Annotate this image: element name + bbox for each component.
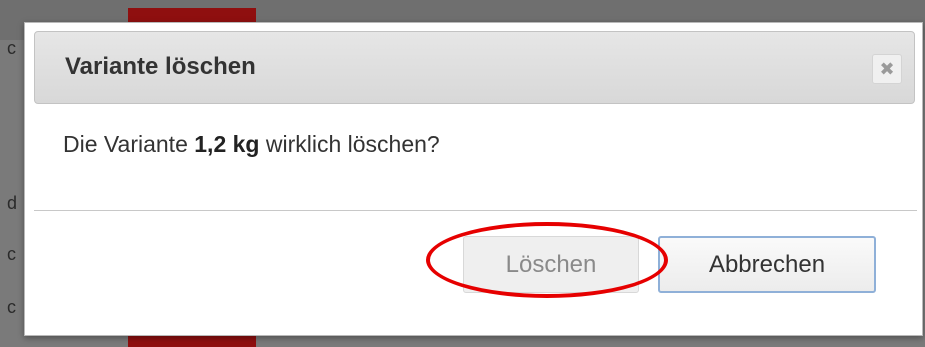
confirm-delete-dialog: Variante löschen ✖ Die Variante 1,2 kg w… bbox=[24, 22, 923, 336]
backdrop-text: d bbox=[7, 193, 18, 213]
backdrop-text: c bbox=[7, 38, 16, 58]
dialog-titlebar: Variante löschen ✖ bbox=[34, 31, 915, 104]
backdrop-text: c bbox=[7, 297, 16, 317]
cancel-button[interactable]: Abbrechen bbox=[658, 236, 876, 293]
backdrop-red-bar bbox=[128, 8, 256, 22]
close-button[interactable]: ✖ bbox=[872, 54, 902, 84]
close-icon: ✖ bbox=[879, 58, 895, 79]
dialog-divider bbox=[34, 210, 917, 211]
dialog-message: Die Variante 1,2 kg wirklich löschen? bbox=[63, 131, 440, 158]
message-suffix: wirklich löschen? bbox=[259, 131, 440, 157]
dialog-title: Variante löschen bbox=[65, 53, 256, 80]
variant-name: 1,2 kg bbox=[194, 131, 260, 157]
backdrop-text: c bbox=[7, 244, 16, 264]
delete-button[interactable]: Löschen bbox=[463, 236, 639, 293]
message-prefix: Die Variante bbox=[63, 131, 195, 157]
